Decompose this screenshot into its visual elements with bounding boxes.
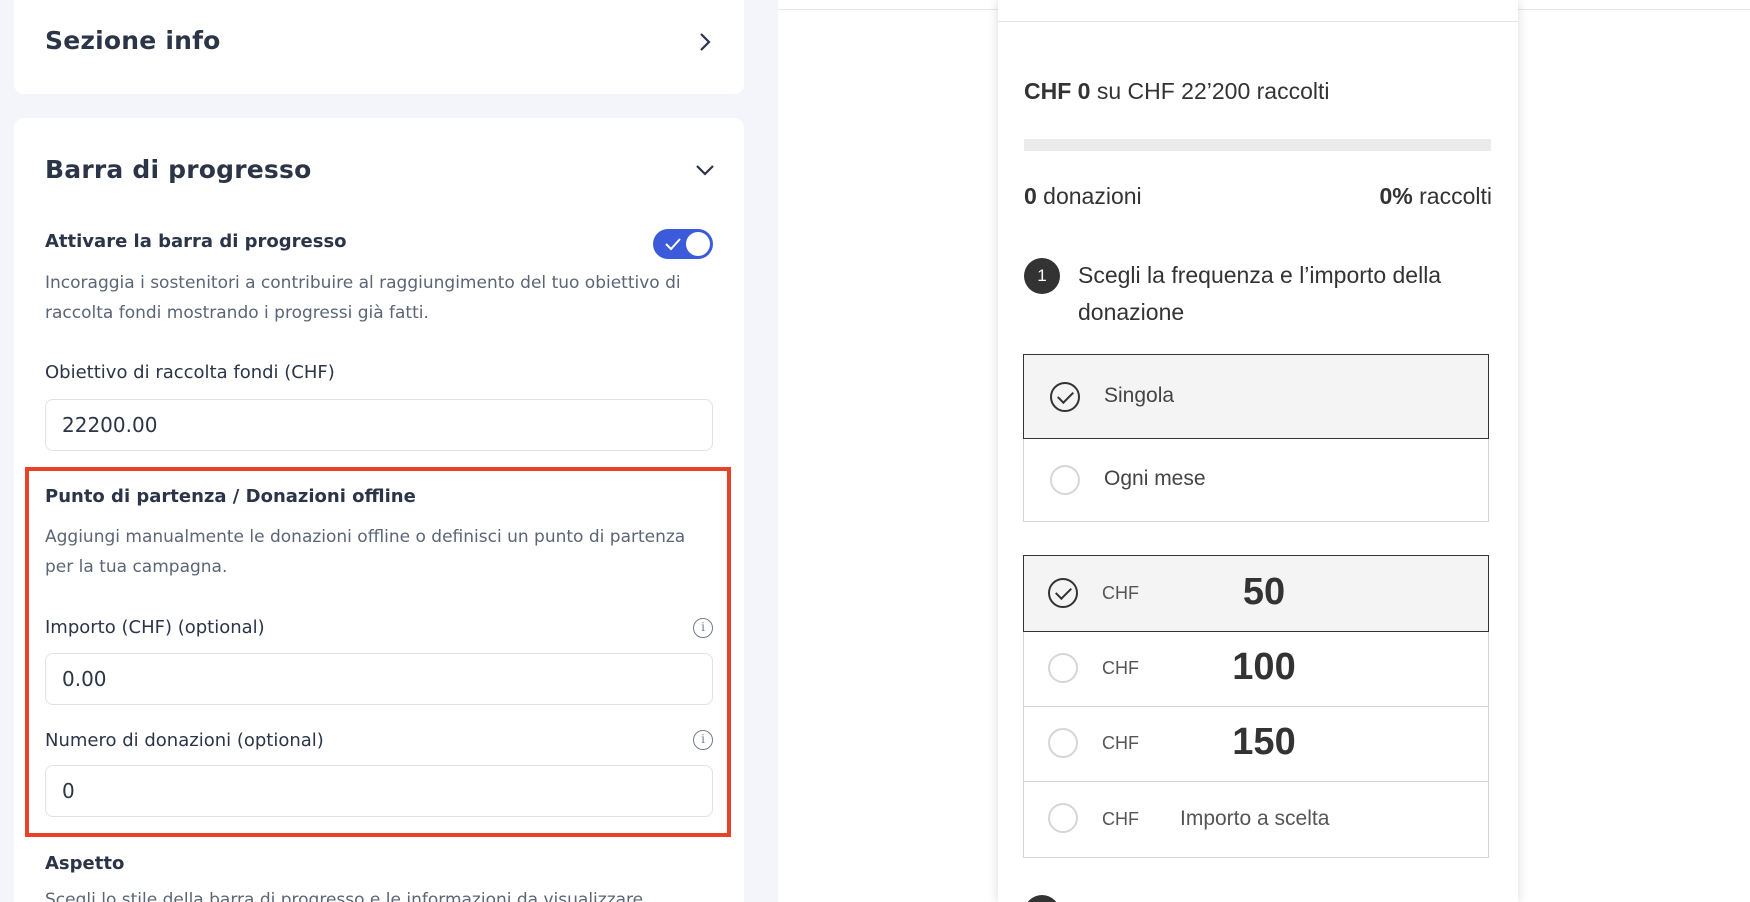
amount-option-custom[interactable]: CHF Importo a scelta	[1023, 781, 1489, 858]
progress-section-title: Barra di progresso	[45, 155, 312, 184]
check-icon	[665, 238, 681, 251]
currency-label: CHF	[1102, 733, 1139, 753]
amount-value: 50	[1242, 571, 1286, 613]
radio-checked-icon	[1050, 382, 1080, 412]
goal-label: Obiettivo di raccolta fondi (CHF)	[45, 362, 335, 383]
toggle-knob	[686, 232, 710, 256]
radio-checked-icon	[1048, 578, 1078, 608]
progress-bar-toggle[interactable]	[653, 229, 713, 259]
chevron-down-icon[interactable]	[694, 159, 716, 181]
radio-icon	[1050, 465, 1080, 495]
progress-toggle-help: Incoraggia i sostenitori a contribuire a…	[45, 273, 681, 323]
info-section-title: Sezione info	[45, 26, 221, 55]
currency-label: CHF	[1102, 658, 1139, 678]
frequency-option-monthly[interactable]: Ogni mese	[1023, 438, 1489, 522]
amount-option-100[interactable]: CHF 100	[1023, 631, 1489, 707]
amount-option-150[interactable]: CHF 150	[1023, 706, 1489, 782]
amount-value: 100	[1232, 646, 1296, 688]
preview-header-edge	[998, 0, 1518, 22]
currency-label: CHF	[1102, 809, 1139, 829]
radio-icon	[1048, 803, 1078, 833]
amount-option-50[interactable]: CHF 50	[1023, 555, 1489, 632]
step-number: 1	[1024, 258, 1060, 294]
step-title: Scegli la frequenza e l’importo della do…	[1078, 262, 1442, 325]
goal-input[interactable]: 22200.00	[45, 399, 713, 451]
raised-summary: CHF 0 su CHF 22’200 raccolti	[1024, 78, 1330, 104]
amount-value: 150	[1232, 721, 1296, 763]
appearance-title: Aspetto	[45, 853, 125, 874]
chevron-right-icon[interactable]	[694, 31, 716, 53]
progress-bar	[1024, 139, 1491, 151]
donation-form-preview: CHF 0 su CHF 22’200 raccolti 0 donazioni…	[998, 0, 1518, 902]
currency-label: CHF	[1102, 583, 1139, 603]
radio-icon	[1048, 728, 1078, 758]
progress-toggle-label: Attivare la barra di progresso	[45, 231, 347, 252]
frequency-option-single[interactable]: Singola	[1023, 354, 1489, 439]
frequency-label: Singola	[1104, 384, 1175, 407]
info-section-card[interactable]: Sezione info	[14, 0, 744, 94]
custom-amount-label: Importo a scelta	[1180, 807, 1330, 830]
frequency-label: Ogni mese	[1104, 467, 1206, 490]
highlight-box	[25, 467, 731, 837]
next-step-number	[1024, 895, 1060, 902]
appearance-help: Scegli lo stile della barra di progresso…	[45, 890, 649, 902]
donations-count: 0 donazioni	[1024, 183, 1142, 209]
radio-icon	[1048, 653, 1078, 683]
settings-panel: Sezione info Barra di progresso Attivare…	[0, 0, 778, 902]
percent-raised: 0% raccolti	[1379, 183, 1493, 209]
